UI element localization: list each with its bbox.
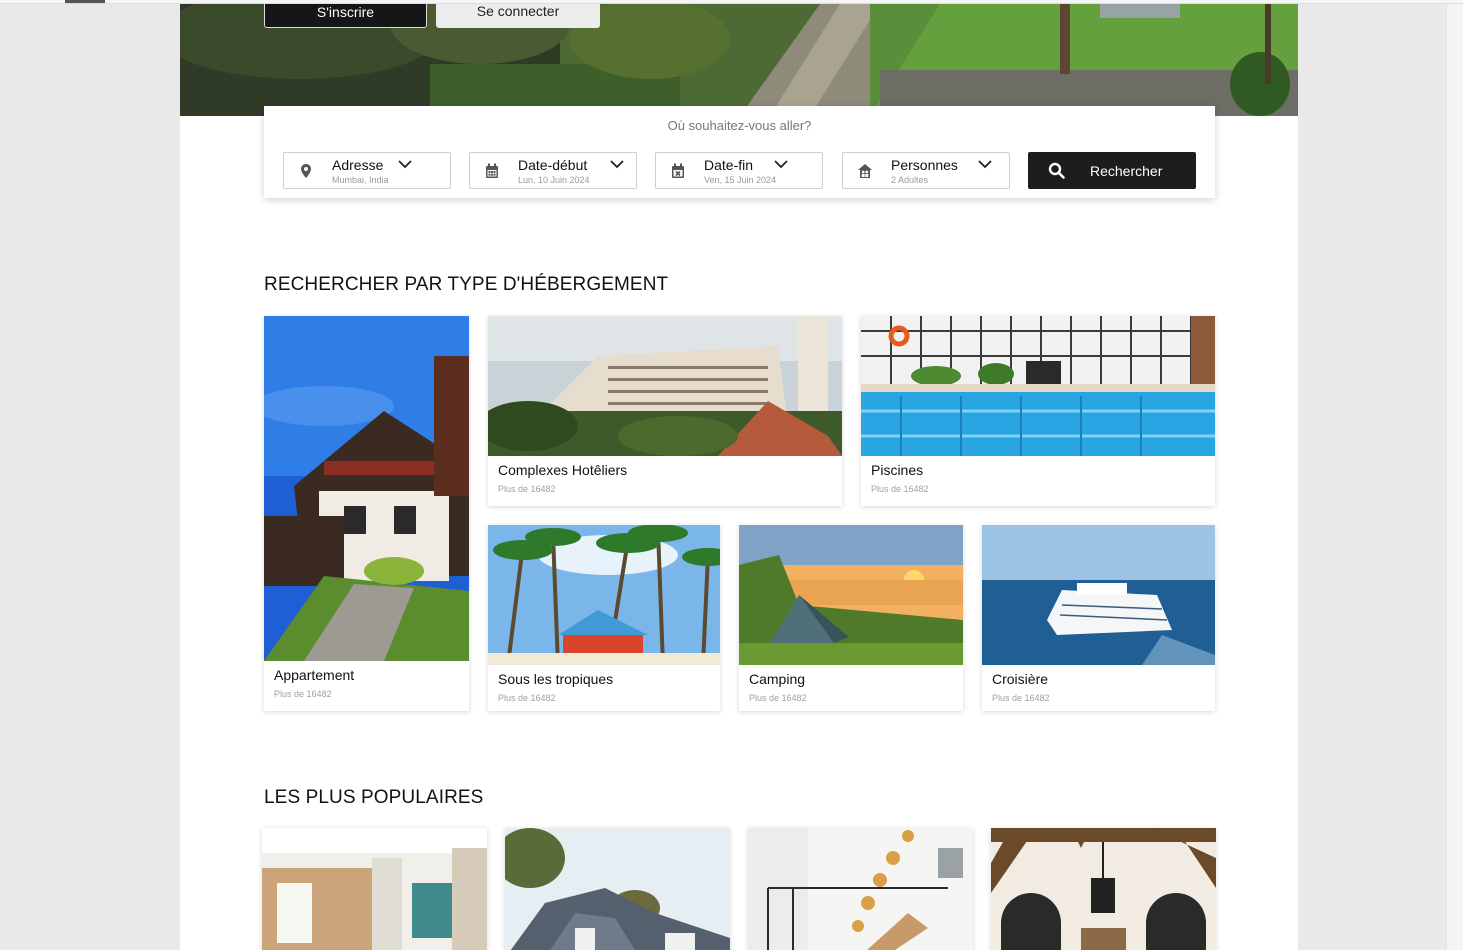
pool-image	[861, 316, 1215, 456]
popular-image-house	[505, 828, 730, 950]
end-date-label: Date-fin	[704, 157, 754, 173]
calendar-icon	[486, 163, 498, 178]
popular-card-1[interactable]	[262, 828, 487, 950]
chevron-down-icon	[774, 160, 788, 169]
hero-banner: S'inscrire Se connecter	[180, 4, 1298, 116]
type-card-pools[interactable]: Piscines Plus de 16482	[861, 316, 1215, 506]
type-card-camping[interactable]: Camping Plus de 16482	[739, 525, 963, 711]
people-house-icon	[858, 164, 872, 178]
signup-button[interactable]: S'inscrire	[264, 4, 427, 28]
search-icon	[1048, 162, 1065, 179]
calendar-x-icon	[672, 163, 684, 178]
page-content: S'inscrire Se connecter Où souhaitez-vou…	[180, 4, 1298, 950]
search-button[interactable]: Rechercher	[1028, 152, 1196, 189]
address-field[interactable]: Adresse Mumbai, India	[283, 152, 451, 189]
card-count: Plus de 16482	[749, 693, 807, 703]
top-tab-indicator	[65, 0, 105, 3]
card-count: Plus de 16482	[498, 693, 556, 703]
start-date-field[interactable]: Date-début Lun, 10 Juin 2024	[469, 152, 637, 189]
chevron-down-icon	[978, 160, 992, 169]
end-date-value: Ven, 15 Juin 2024	[704, 175, 777, 185]
scrollbar[interactable]	[1446, 4, 1463, 950]
popular-card-4[interactable]	[991, 828, 1216, 950]
search-panel: Où souhaitez-vous aller? Adresse Mumbai,…	[264, 106, 1215, 198]
type-card-cruise[interactable]: Croisière Plus de 16482	[982, 525, 1215, 711]
end-date-field[interactable]: Date-fin Ven, 15 Juin 2024	[655, 152, 823, 189]
start-date-value: Lun, 10 Juin 2024	[518, 175, 590, 185]
chevron-down-icon	[398, 160, 412, 169]
guests-label: Personnes	[891, 157, 958, 173]
popular-image-staircase	[748, 828, 973, 950]
login-button[interactable]: Se connecter	[436, 4, 600, 28]
card-count: Plus de 16482	[274, 689, 332, 699]
type-card-apartment[interactable]: Appartement Plus de 16482	[264, 316, 469, 711]
address-value: Mumbai, India	[332, 175, 389, 185]
tropics-image	[488, 525, 720, 665]
popular-card-2[interactable]	[505, 828, 730, 950]
guests-value: 2 Adultes	[891, 175, 929, 185]
type-card-hotel-complexes[interactable]: Complexes Hotêliers Plus de 16482	[488, 316, 842, 506]
accommodation-types-title: RECHERCHER PAR TYPE D'HÉBERGEMENT	[264, 274, 669, 295]
search-question: Où souhaitez-vous aller?	[667, 118, 812, 133]
location-pin-icon	[301, 164, 311, 178]
card-count: Plus de 16482	[871, 484, 929, 494]
card-count: Plus de 16482	[498, 484, 556, 494]
hotel-complex-image	[488, 316, 842, 456]
card-title: Complexes Hotêliers	[498, 462, 628, 478]
popular-image-dining-room	[991, 828, 1216, 950]
search-button-label: Rechercher	[1090, 163, 1163, 179]
address-label: Adresse	[332, 157, 384, 173]
cruise-image	[982, 525, 1215, 665]
guests-field[interactable]: Personnes 2 Adultes	[842, 152, 1010, 189]
card-title: Piscines	[871, 462, 924, 478]
type-card-tropics[interactable]: Sous les tropiques Plus de 16482	[488, 525, 720, 711]
card-title: Appartement	[274, 667, 355, 683]
camping-image	[739, 525, 963, 665]
card-title: Croisière	[992, 671, 1049, 687]
popular-card-3[interactable]	[748, 828, 973, 950]
popular-image-kitchen	[262, 828, 487, 950]
popular-title: LES PLUS POPULAIRES	[264, 787, 484, 808]
card-title: Camping	[749, 671, 806, 687]
start-date-label: Date-début	[518, 157, 588, 173]
card-title: Sous les tropiques	[498, 671, 614, 687]
chevron-down-icon	[610, 160, 624, 169]
card-count: Plus de 16482	[992, 693, 1050, 703]
apartment-image	[264, 316, 469, 661]
